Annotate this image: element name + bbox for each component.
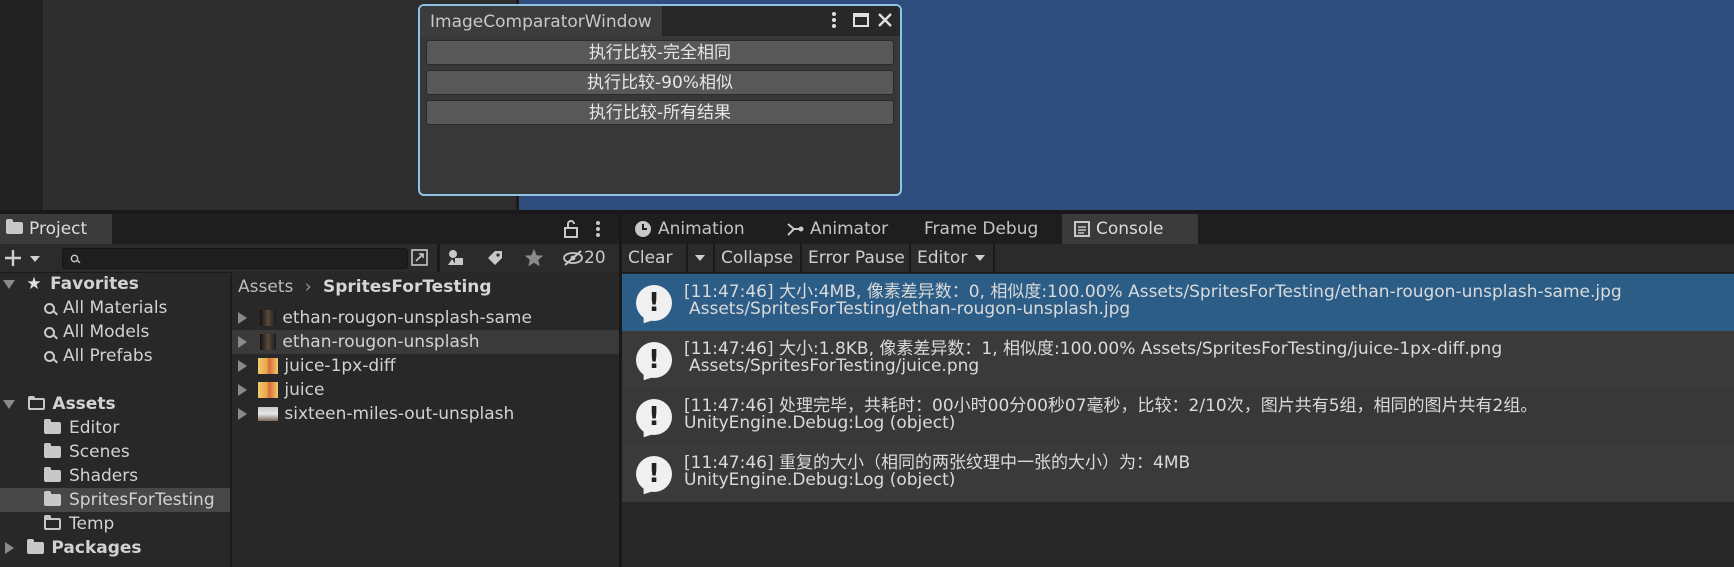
search-icon [44,302,55,314]
folder-icon [44,419,61,434]
clear-button[interactable]: Clear [622,244,678,272]
tree-item-spritesfortesting[interactable]: SpritesForTesting [0,488,230,512]
compare-all-results-button[interactable]: 执行比较-所有结果 [426,100,894,125]
search-icon [44,350,55,362]
info-icon: ! [636,285,672,321]
console-panel: Animation Animator Frame Debug Console C… [619,214,1734,567]
tab-console[interactable]: Console [1062,214,1198,244]
chevron-right-icon [238,360,247,372]
breadcrumb-assets[interactable]: Assets [238,277,293,297]
compare-identical-button[interactable]: 执行比较-完全相同 [426,40,894,65]
tree-item-scenes[interactable]: Scenes [0,440,230,464]
log-entry[interactable]: ! [11:47:46] 大小:4MB, 像素差异数：0, 相似度:100.00… [622,274,1734,331]
window-title-tab[interactable]: ImageComparatorWindow [420,6,663,36]
list-item[interactable]: ethan-rougon-unsplash [232,330,619,354]
collapse-button[interactable]: Collapse [715,244,799,272]
window-titlebar[interactable]: ImageComparatorWindow [420,6,900,36]
list-item[interactable]: juice [232,378,619,402]
folder-empty-icon [44,515,61,530]
project-toolbar: 20 [0,244,619,273]
info-icon: ! [636,399,672,435]
image-thumbnail-icon [258,358,279,374]
console-toolbar: Clear Collapse Error Pause Editor [622,244,1734,273]
tree-item-temp[interactable]: Temp [0,512,230,536]
create-dropdown[interactable] [4,247,42,274]
tab-animation[interactable]: Animation [634,214,745,244]
toolbar-separator [437,244,440,272]
favorite-star-icon[interactable] [523,247,545,274]
search-icon [70,254,79,263]
eye-slash-icon [563,250,583,266]
list-item[interactable]: ethan-rougon-unsplash-same [232,306,619,330]
chevron-right-icon: › [304,277,312,297]
compare-90-similar-button[interactable]: 执行比较-90%相似 [426,70,894,95]
chevron-right-icon [238,408,247,420]
tree-item-editor[interactable]: Editor [0,416,230,440]
tab-project[interactable]: Project [0,214,112,244]
log-entry[interactable]: ! [11:47:46] 大小:1.8KB, 像素差异数：1, 相似度:100.… [622,331,1734,388]
tree-item-assets[interactable]: Assets [0,392,230,416]
tree-item-shaders[interactable]: Shaders [0,464,230,488]
project-tabbar: Project [0,214,619,244]
tab-frame-debug[interactable]: Frame Debug [924,214,1038,244]
log-entry[interactable]: ! [11:47:46] 处理完毕，共耗时：00小时00分00秒07毫秒，比较：… [622,388,1734,445]
list-item[interactable]: sixteen-miles-out-unsplash [232,402,619,426]
folder-icon [6,219,23,234]
editor-dropdown[interactable]: Editor [911,244,993,272]
image-thumbnail-icon [258,407,279,421]
image-thumbnail-icon [258,382,279,398]
error-pause-button[interactable]: Error Pause [802,244,911,272]
star-icon: ★ [26,274,42,294]
kebab-menu-icon[interactable] [594,219,602,244]
log-entry[interactable]: ! [11:47:46] 重复的大小（相同的两张纹理中一张的大小）为：4MB U… [622,445,1734,502]
folder-icon [27,539,45,554]
project-panel: Project 20 ★ Favorites All Materials All… [0,214,619,567]
chevron-down-icon [974,255,985,261]
chevron-down-icon [3,279,15,289]
folder-open-icon [28,396,46,410]
tree-item-all-models[interactable]: All Models [0,320,230,344]
tree-item-all-materials[interactable]: All Materials [0,296,230,320]
image-thumbnail-icon [260,334,277,350]
folder-icon [44,467,61,482]
animator-icon [787,223,804,236]
search-input[interactable] [62,248,408,269]
image-comparator-window: ImageComparatorWindow 执行比较-完全相同 执行比较-90%… [418,4,902,196]
tab-animator[interactable]: Animator [786,214,888,244]
lock-icon[interactable] [563,219,579,244]
breadcrumb: Assets › SpritesForTesting [232,272,619,302]
tree-item-all-prefabs[interactable]: All Prefabs [0,344,230,368]
folder-icon [44,443,61,458]
label-tag-icon[interactable] [485,248,505,273]
filter-by-type-icon[interactable] [446,248,466,273]
list-item[interactable]: juice-1px-diff [232,354,619,378]
kebab-menu-icon[interactable] [830,10,838,35]
folder-icon [44,491,61,506]
toolbar-strip [0,0,42,210]
chevron-down-icon [3,399,15,409]
info-icon: ! [636,342,672,378]
chevron-right-icon [238,384,247,396]
maximize-icon[interactable] [852,10,870,35]
info-icon: ! [636,456,672,492]
chevron-right-icon [5,542,14,554]
tree-item-favorites[interactable]: ★ Favorites [0,272,230,296]
console-tabbar: Animation Animator Frame Debug Console [622,214,1734,244]
close-icon[interactable] [876,10,894,35]
breadcrumb-current[interactable]: SpritesForTesting [323,277,492,297]
clock-icon [635,221,651,237]
tree-item-packages[interactable]: Packages [0,536,230,560]
image-thumbnail-icon [260,310,277,326]
clear-options-dropdown[interactable] [688,244,712,272]
chevron-right-icon [238,336,247,348]
search-by-type-icon[interactable] [410,248,430,273]
chevron-down-icon [695,255,705,261]
console-icon [1074,221,1090,237]
hidden-packages-toggle[interactable]: 20 [562,248,606,269]
chevron-right-icon [238,312,247,324]
toolbar-separator [993,244,995,272]
search-icon [44,326,55,338]
